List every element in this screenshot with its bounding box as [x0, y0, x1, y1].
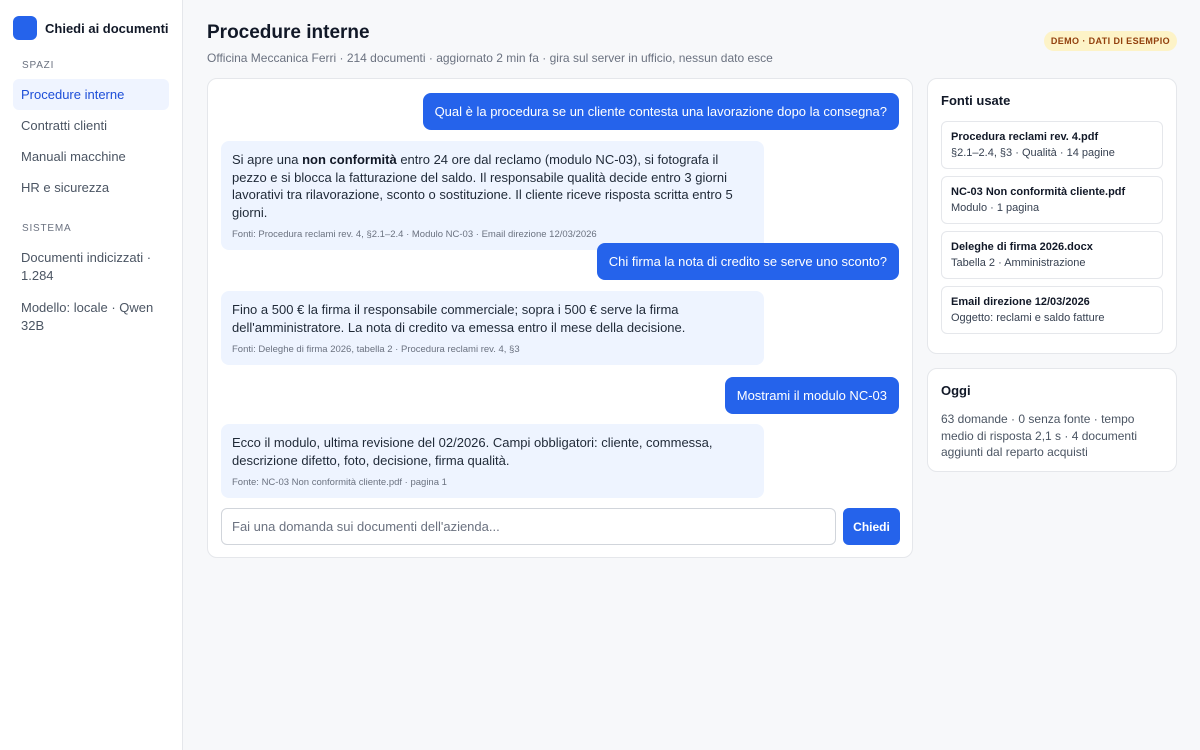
- assistant-message-text: Fino a 500 € la firma il responsabile co…: [232, 302, 686, 335]
- message-sources: Fonte: NC-03 Non conformità cliente.pdf …: [232, 477, 447, 488]
- page-title: Procedure interne: [207, 22, 370, 43]
- today-panel: Oggi 63 domande · 0 senza fonte · tempo …: [927, 368, 1177, 472]
- assistant-message-text: Si apre una non conformità entro 24 ore …: [232, 152, 733, 220]
- source-name: Procedura reclami rev. 4.pdf: [951, 131, 1099, 143]
- demo-badge: DEMO · DATI DI ESEMPIO: [1043, 31, 1177, 51]
- system-section-label: SISTEMA: [22, 223, 72, 234]
- sidebar-item-hr-sicurezza[interactable]: HR e sicurezza: [13, 172, 169, 203]
- sidebar-item-manuali-macchine[interactable]: Manuali macchine: [13, 141, 169, 172]
- source-item[interactable]: Procedura reclami rev. 4.pdf §2.1–2.4, §…: [941, 121, 1163, 169]
- sidebar-item-procedure-interne[interactable]: Procedure interne: [13, 79, 169, 110]
- source-item[interactable]: NC-03 Non conformità cliente.pdf Modulo …: [941, 176, 1163, 224]
- source-meta: Oggetto: reclami e saldo fatture: [951, 312, 1105, 324]
- sources-panel: Fonti usate Procedura reclami rev. 4.pdf…: [927, 78, 1177, 354]
- brand: Chiedi ai documenti: [13, 16, 169, 40]
- user-message: Mostrami il modulo NC-03: [724, 377, 899, 414]
- assistant-message-text: Ecco il modulo, ultima revisione del 02/…: [232, 435, 713, 468]
- sidebar-item-contratti-clienti[interactable]: Contratti clienti: [13, 110, 169, 141]
- page-subtitle: Officina Meccanica Ferri · 214 documenti…: [207, 51, 773, 65]
- page-header: Procedure interne Officina Meccanica Fer…: [207, 22, 1177, 65]
- today-title: Oggi: [941, 383, 971, 398]
- sidebar: Chiedi ai documenti SPAZI Procedure inte…: [0, 0, 183, 750]
- model-info: Modello: locale · Qwen 32B: [21, 300, 154, 333]
- source-name: NC-03 Non conformità cliente.pdf: [951, 186, 1126, 198]
- ask-button[interactable]: Chiedi: [843, 508, 900, 545]
- user-message: Qual è la procedura se un cliente contes…: [422, 93, 899, 130]
- spaces-section-label: SPAZI: [22, 60, 55, 71]
- assistant-message: Fino a 500 € la firma il responsabile co…: [221, 291, 764, 365]
- source-item[interactable]: Email direzione 12/03/2026 Oggetto: recl…: [941, 286, 1163, 334]
- source-meta: §2.1–2.4, §3 · Qualità · 14 pagine: [951, 147, 1115, 159]
- source-meta: Modulo · 1 pagina: [951, 202, 1040, 214]
- app-logo-icon: [13, 16, 37, 40]
- question-input[interactable]: [221, 508, 836, 545]
- user-message: Chi firma la nota di credito se serve un…: [596, 243, 899, 280]
- message-sources: Fonti: Procedura reclami rev. 4, §2.1–2.…: [232, 229, 597, 240]
- sources-title: Fonti usate: [941, 93, 1011, 108]
- composer: Chiedi: [221, 508, 900, 545]
- indexed-documents-info: Documenti indicizzati · 1.284: [21, 250, 152, 283]
- chat-panel: Qual è la procedura se un cliente contes…: [207, 78, 913, 558]
- source-item[interactable]: Deleghe di firma 2026.docx Tabella 2 · A…: [941, 231, 1163, 279]
- today-stats: 63 domande · 0 senza fonte · tempo medio…: [941, 412, 1138, 459]
- app-name: Chiedi ai documenti: [45, 20, 169, 36]
- assistant-message: Ecco il modulo, ultima revisione del 02/…: [221, 424, 764, 498]
- assistant-message: Si apre una non conformità entro 24 ore …: [221, 141, 764, 250]
- source-name: Deleghe di firma 2026.docx: [951, 241, 1093, 253]
- source-name: Email direzione 12/03/2026: [951, 296, 1090, 308]
- source-meta: Tabella 2 · Amministrazione: [951, 257, 1086, 269]
- message-sources: Fonti: Deleghe di firma 2026, tabella 2 …: [232, 344, 520, 355]
